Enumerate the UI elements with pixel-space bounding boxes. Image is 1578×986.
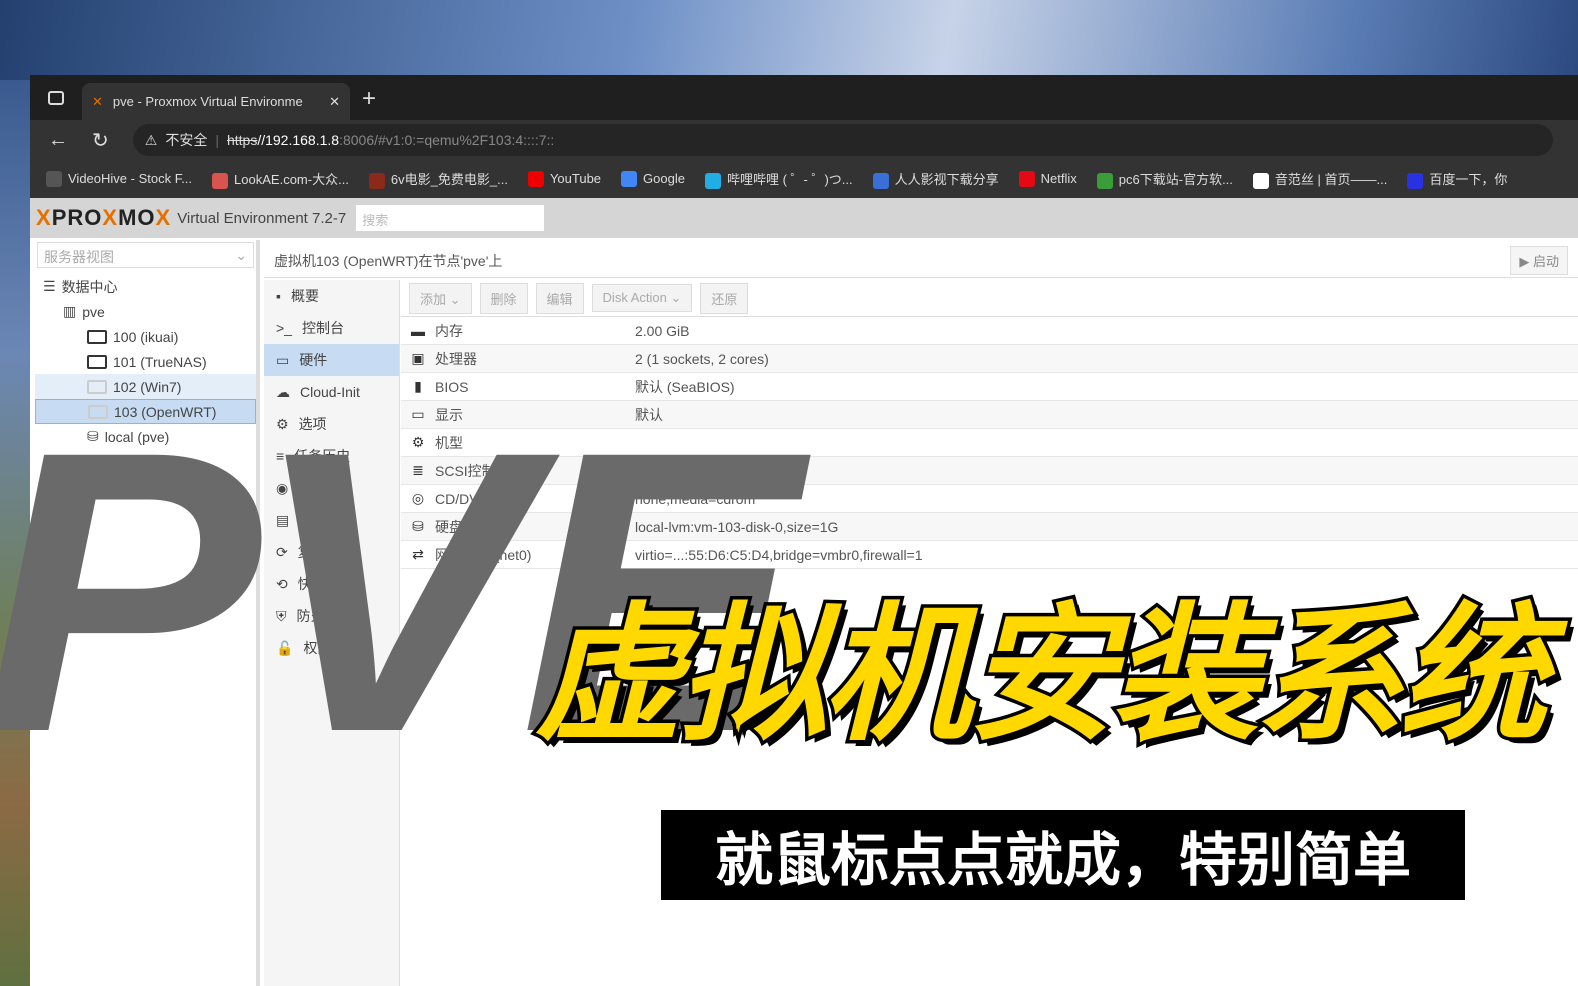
node-icon: ▥ bbox=[63, 303, 77, 319]
hardware-value: 2 (1 sockets, 2 cores) bbox=[635, 350, 769, 367]
bookmark-favicon-icon bbox=[1096, 172, 1113, 189]
bookmark-label: VideoHive - Stock F... bbox=[68, 170, 193, 186]
bookmark-item[interactable]: 音范丝 | 首页——... bbox=[1252, 169, 1388, 189]
hardware-toolbar: 添加 ⌄ 删除 编辑 Disk Action ⌄ 还原 bbox=[401, 280, 1578, 317]
bookmark-item[interactable]: VideoHive - Stock F... bbox=[46, 171, 192, 188]
nav-item[interactable]: >_ 控制台 bbox=[264, 312, 399, 344]
hardware-key: 内存 bbox=[435, 322, 463, 339]
bookmark-label: 音范丝 | 首页——... bbox=[1274, 172, 1388, 188]
bookmark-favicon-icon bbox=[46, 171, 62, 188]
vm-header: 虚拟机103 (OpenWRT)在节点'pve'上 ▶ 启动 bbox=[264, 240, 1578, 278]
toolbar-button[interactable]: 还原 bbox=[700, 282, 749, 314]
tab-bar: ✕ pve - Proxmox Virtual Environment ✕ + bbox=[30, 75, 1578, 120]
chevron-down-icon: ⌄ bbox=[235, 247, 247, 263]
bookmark-item[interactable]: 人人影视下载分享 bbox=[872, 169, 999, 189]
address-bar[interactable]: ⚠ 不安全 | https//192.168.1.8:8006/#v1:0:=q… bbox=[132, 124, 1553, 156]
bookmark-item[interactable]: pc6下载站-官方软... bbox=[1096, 169, 1233, 189]
address-row: ← ↻ ⚠ 不安全 | https//192.168.1.8:8006/#v1:… bbox=[30, 120, 1578, 160]
nav-label: 控制台 bbox=[301, 320, 344, 336]
start-button[interactable]: ▶ 启动 bbox=[1510, 246, 1568, 275]
proxmox-header: XPROXMOX Virtual Environment 7.2-7 搜索 bbox=[30, 198, 1578, 238]
bookmark-favicon-icon bbox=[368, 172, 385, 189]
nav-icon: ▭ bbox=[276, 351, 290, 368]
bookmark-item[interactable]: 百度一下，你 bbox=[1407, 169, 1507, 189]
bookmark-favicon-icon bbox=[872, 172, 889, 189]
bookmark-item[interactable]: Google bbox=[621, 171, 685, 188]
toolbar-button[interactable]: Disk Action ⌄ bbox=[591, 284, 693, 312]
bookmark-favicon-icon bbox=[704, 172, 721, 189]
back-icon[interactable]: ← bbox=[48, 129, 68, 152]
bookmarks-bar: VideoHive - Stock F... LookAE.com-大众... 6v… bbox=[30, 160, 1578, 198]
view-select[interactable]: 服务器视图 ⌄ bbox=[37, 242, 254, 268]
close-tab-icon[interactable]: ✕ bbox=[329, 94, 340, 110]
bookmark-label: YouTube bbox=[549, 170, 602, 186]
bookmark-item[interactable]: YouTube bbox=[527, 170, 602, 188]
bookmark-favicon-icon bbox=[1018, 171, 1035, 188]
datacenter-icon: ☰ bbox=[43, 278, 56, 294]
tree-item[interactable]: ▥ pve bbox=[35, 299, 256, 324]
url-host: //192.168.1.8 bbox=[257, 132, 340, 148]
page-title: 虚拟机103 (OpenWRT)在节点'pve'上 bbox=[274, 253, 503, 269]
url-scheme: https bbox=[226, 132, 258, 148]
tab-title: pve - Proxmox Virtual Environment bbox=[112, 94, 303, 109]
insecure-label: 不安全 bbox=[165, 132, 208, 148]
new-tab-button[interactable]: + bbox=[362, 85, 376, 113]
bookmark-item[interactable]: 哔哩哔哩 ( ゜- ゜)つ... bbox=[704, 169, 853, 189]
warning-icon: ⚠ bbox=[144, 131, 158, 148]
bookmark-label: 人人影视下载分享 bbox=[894, 172, 999, 188]
version-label: Virtual Environment 7.2-7 bbox=[177, 209, 347, 227]
proxmox-logo: XPROXMOX bbox=[36, 205, 172, 230]
wallpaper-sky bbox=[0, 0, 1578, 80]
bookmark-label: Netflix bbox=[1040, 170, 1077, 186]
bookmark-favicon-icon bbox=[1407, 172, 1424, 189]
nav-icon: ▪ bbox=[276, 288, 281, 304]
view-select-value: 服务器视图 bbox=[44, 249, 114, 265]
toolbar-button[interactable]: 删除 bbox=[479, 282, 528, 314]
vm-icon bbox=[87, 329, 107, 344]
overlay-subtitle: 就鼠标点点就成，特别简单 bbox=[661, 810, 1465, 900]
tab-actions-icon[interactable] bbox=[48, 91, 64, 105]
browser-tab[interactable]: ✕ pve - Proxmox Virtual Environment ✕ bbox=[82, 83, 350, 120]
tree-item-label: 数据中心 bbox=[61, 278, 118, 295]
toolbar-button[interactable]: 编辑 bbox=[535, 282, 584, 314]
proxmox-favicon-icon: ✕ bbox=[92, 93, 103, 109]
bookmark-label: 哔哩哔哩 ( ゜- ゜)つ... bbox=[726, 172, 853, 188]
nav-label: 概要 bbox=[290, 288, 319, 304]
bookmark-label: Google bbox=[643, 170, 685, 186]
tree-item[interactable]: ☰ 数据中心 bbox=[35, 274, 256, 299]
tree-item[interactable]: 100 (ikuai) bbox=[35, 324, 256, 349]
bookmark-item[interactable]: 6v电影_免费电影_... bbox=[368, 169, 508, 189]
url-rest: :8006/#v1:0:=qemu%2F103:4::::7:: bbox=[339, 132, 555, 148]
nav-item[interactable]: ▪ 概要 bbox=[264, 280, 399, 312]
hardware-icon: ▣ bbox=[411, 350, 425, 366]
bookmark-item[interactable]: LookAE.com-大众... bbox=[212, 169, 349, 189]
tree-item-label: pve bbox=[82, 303, 105, 320]
hardware-value: 2.00 GiB bbox=[635, 322, 690, 339]
hardware-row[interactable]: ▬ 内存 2.00 GiB bbox=[401, 317, 1578, 345]
overlay-title: 虚拟机安装系统 bbox=[532, 589, 1551, 761]
bookmark-label: pc6下载站-官方软... bbox=[1118, 172, 1233, 188]
bookmark-favicon-icon bbox=[527, 171, 544, 188]
hardware-icon: ▬ bbox=[411, 322, 425, 339]
start-label: 启动 bbox=[1532, 254, 1559, 269]
vm-icon bbox=[87, 354, 107, 369]
hardware-key: 处理器 bbox=[435, 350, 477, 367]
tree-item-label: 100 (ikuai) bbox=[113, 328, 179, 345]
bookmark-label: 6v电影_免费电影_... bbox=[390, 172, 508, 188]
reload-icon[interactable]: ↻ bbox=[92, 128, 109, 153]
nav-icon: >_ bbox=[276, 320, 292, 336]
bookmark-favicon-icon bbox=[212, 172, 229, 189]
bookmark-item[interactable]: Netflix bbox=[1018, 170, 1077, 188]
bookmark-label: LookAE.com-大众... bbox=[234, 172, 349, 188]
bookmark-label: 百度一下，你 bbox=[1429, 172, 1508, 188]
toolbar-button[interactable]: 添加 ⌄ bbox=[409, 282, 472, 314]
bookmark-favicon-icon bbox=[1252, 172, 1269, 189]
nav-label: 硬件 bbox=[299, 352, 328, 368]
bookmark-favicon-icon bbox=[621, 171, 638, 188]
search-input[interactable]: 搜索 bbox=[356, 205, 545, 231]
